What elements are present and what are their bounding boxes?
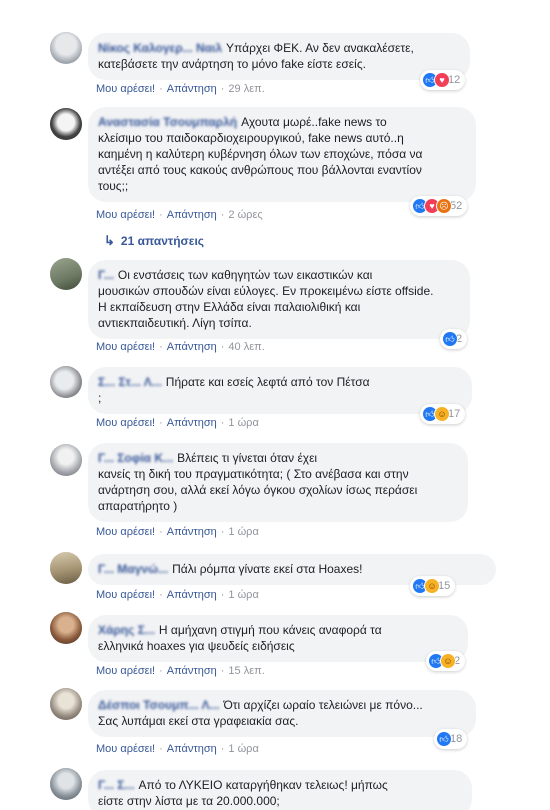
reactions-summary[interactable]: 👍︎ ♥ 12 (420, 70, 466, 90)
reply-arrow-icon: ↳ (104, 233, 115, 248)
comment-author[interactable]: Γ... Σοφία Κ... (98, 451, 173, 465)
comment-actions: Μου αρέσει! · Απάντηση · 15 λεπ. (96, 665, 265, 677)
avatar[interactable] (50, 366, 82, 398)
comment-actions: Μου αρέσει! · Απάντηση · 2 ώρες (96, 209, 263, 221)
avatar[interactable] (50, 444, 82, 476)
comment-time[interactable]: 29 λεπ. (228, 83, 264, 95)
reply-link[interactable]: Απάντηση (167, 417, 217, 429)
like-icon: 👍︎ (442, 331, 458, 347)
comment-time[interactable]: 2 ώρες (228, 209, 262, 221)
like-link[interactable]: Μου αρέσει! (96, 743, 155, 755)
comment-bubble: Νίκος Καλογερ... Ναιλ Υπάρχει ΦΕΚ. Αν δεν… (88, 33, 470, 80)
comment-bubble: Δέσποι Τσουμπ... Λ... Ότι αρχίζει ωραίο τ… (88, 690, 476, 737)
reply-link[interactable]: Απάντηση (167, 665, 217, 677)
reactions-summary[interactable]: 👍︎ ☺ 2 (426, 651, 466, 671)
comment-time[interactable]: 1 ώρα (228, 526, 258, 538)
comment-text: Από το ΛΥΚΕΙΟ καταργήθηκαν τελειως! μήπω… (98, 778, 388, 808)
comment-author[interactable]: Αναστασία Τσουμπαρλή (98, 115, 237, 129)
love-icon: ♥ (434, 72, 450, 88)
avatar[interactable] (50, 768, 82, 800)
like-link[interactable]: Μου αρέσει! (96, 341, 155, 353)
haha-icon: ☺ (440, 653, 456, 669)
comment-bubble: Σ... Στ... Λ... Πήρατε και εσείς λεφτά απ… (88, 367, 472, 414)
comment-actions: Μου αρέσει! · Απάντηση · 29 λεπ. (96, 83, 265, 95)
reactions-summary[interactable]: 👍︎ ♥ ☹ 52 (410, 196, 468, 216)
like-link[interactable]: Μου αρέσει! (96, 526, 155, 538)
comment-time[interactable]: 1 ώρα (228, 589, 258, 601)
like-link[interactable]: Μου αρέσει! (96, 209, 155, 221)
reply-link[interactable]: Απάντηση (167, 341, 217, 353)
like-link[interactable]: Μου αρέσει! (96, 417, 155, 429)
comment-time[interactable]: 15 λεπ. (228, 665, 264, 677)
reply-link[interactable]: Απάντηση (167, 743, 217, 755)
comment-bubble: Γ... Σοφία Κ... Βλέπεις τι γίνεται όταν έ… (88, 443, 468, 522)
comment-text: Οι ενστάσεις των καθηγητών των εικαστικώ… (98, 268, 434, 330)
avatar[interactable] (50, 612, 82, 644)
comment-actions: Μου αρέσει! · Απάντηση · 1 ώρα (96, 526, 259, 538)
haha-icon: ☺ (434, 406, 450, 422)
like-link[interactable]: Μου αρέσει! (96, 665, 155, 677)
angry-icon: ☹ (436, 198, 452, 214)
comment-author[interactable]: Νίκος Καλογερ... Ναιλ (98, 41, 222, 55)
comment-author[interactable]: Γ... Σ... (98, 778, 134, 792)
avatar[interactable] (50, 258, 82, 290)
comment-bubble: Γ... Σ... Από το ΛΥΚΕΙΟ καταργήθηκαν τελε… (88, 770, 472, 810)
reactions-summary[interactable]: 👍︎ 18 (434, 729, 468, 749)
comment-actions: Μου αρέσει! · Απάντηση · 40 λεπ. (96, 341, 265, 353)
view-replies-link[interactable]: ↳ 21 απαντήσεις (104, 233, 204, 249)
comment-author[interactable]: Γ... (98, 268, 114, 282)
haha-icon: ☺ (424, 578, 440, 594)
reactions-summary[interactable]: 👍︎ ☺ 15 (410, 576, 456, 596)
comment-author[interactable]: Γ... Μαγνώ... (98, 562, 168, 576)
comment-actions: Μου αρέσει! · Απάντηση · 1 ώρα (96, 743, 259, 755)
reply-link[interactable]: Απάντηση (167, 526, 217, 538)
avatar[interactable] (50, 108, 82, 140)
comment-text: Πάλι ρόμπα γίνατε εκεί στα Hoaxes! (172, 562, 363, 576)
comment-bubble: Χάρης Σ... Η αμήχανη στιγμή που κάνεις αν… (88, 615, 468, 662)
reactions-summary[interactable]: 👍︎ ☺ 17 (420, 404, 466, 424)
comment-bubble: Αναστασία Τσουμπαρλή Αχουτα μωρέ..fake ne… (88, 107, 476, 202)
comment-actions: Μου αρέσει! · Απάντηση · 1 ώρα (96, 417, 259, 429)
avatar[interactable] (50, 32, 82, 64)
reactions-summary[interactable]: 👍︎ 2 (440, 329, 468, 349)
like-icon: 👍︎ (436, 731, 452, 747)
reply-link[interactable]: Απάντηση (167, 589, 217, 601)
replies-count-label[interactable]: 21 απαντήσεις (121, 234, 204, 248)
comment-time[interactable]: 1 ώρα (228, 743, 258, 755)
comment-author[interactable]: Χάρης Σ... (98, 623, 155, 637)
comment-actions: Μου αρέσει! · Απάντηση · 1 ώρα (96, 589, 259, 601)
comment-time[interactable]: 40 λεπ. (228, 341, 264, 353)
avatar[interactable] (50, 552, 82, 584)
comment-bubble: Γ... Οι ενστάσεις των καθηγητών των εικασ… (88, 260, 470, 339)
avatar[interactable] (50, 688, 82, 720)
comment-author[interactable]: Δέσποι Τσουμπ... Λ... (98, 698, 220, 712)
like-link[interactable]: Μου αρέσει! (96, 589, 155, 601)
comment-author[interactable]: Σ... Στ... Λ... (98, 375, 162, 389)
reply-link[interactable]: Απάντηση (167, 83, 217, 95)
reply-link[interactable]: Απάντηση (167, 209, 217, 221)
comment-time[interactable]: 1 ώρα (228, 417, 258, 429)
like-link[interactable]: Μου αρέσει! (96, 83, 155, 95)
